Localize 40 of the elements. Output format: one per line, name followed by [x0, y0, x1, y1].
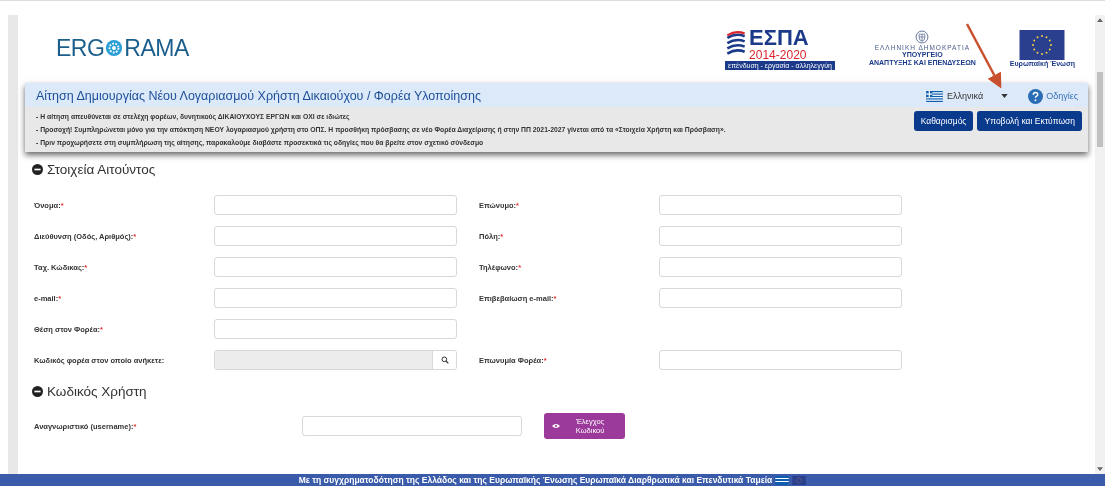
- input-field[interactable]: [214, 288, 457, 308]
- input-field[interactable]: [659, 195, 902, 215]
- input-field[interactable]: [659, 257, 902, 277]
- search-icon: [440, 356, 449, 364]
- greek-flag-icon: [926, 90, 943, 102]
- input-field[interactable]: [302, 416, 522, 436]
- eu-flag-icon: [792, 475, 807, 485]
- help-icon: [1028, 88, 1044, 104]
- section-title: Στοιχεία Αιτούντος: [47, 162, 156, 177]
- ergorama-logo: ERG RAMA: [56, 34, 189, 62]
- lookup-field[interactable]: [214, 350, 457, 370]
- flag-waves-icon: [725, 30, 748, 57]
- input-field[interactable]: [214, 257, 457, 277]
- section-title: Κωδικός Χρήστη: [47, 384, 147, 399]
- search-button[interactable]: [432, 351, 456, 369]
- input-field[interactable]: [214, 195, 457, 215]
- input-field[interactable]: [659, 288, 902, 308]
- eye-icon: [551, 423, 560, 429]
- emblem-icon: [915, 29, 930, 44]
- panel-title: Αίτηση Δημιουργίας Νέου Λογαριασμού Χρήστη Δικαιούχου / Φορέα Υλοποίησης: [36, 89, 482, 103]
- input-field[interactable]: [659, 226, 902, 246]
- language-selector[interactable]: Ελληνικά: [926, 90, 1009, 102]
- espa-title: ΕΣΠΑ: [749, 26, 809, 49]
- scroll-down-icon[interactable]: [1097, 467, 1103, 471]
- submit-print-button[interactable]: Υποβολή και Εκτύπωση: [977, 111, 1082, 131]
- caret-icon: [1001, 94, 1009, 98]
- scroll-up-icon[interactable]: [1097, 18, 1103, 22]
- input-field[interactable]: [214, 319, 457, 339]
- eu-flag-icon: [1019, 29, 1066, 60]
- help-link[interactable]: Οδηγίες: [1028, 88, 1078, 104]
- gear-icon: [105, 39, 124, 57]
- input-field[interactable]: [214, 226, 457, 246]
- scrollbar-thumb[interactable]: [1097, 72, 1103, 147]
- greek-flag-icon: [775, 475, 790, 485]
- clear-button[interactable]: Καθαρισμός: [913, 111, 974, 131]
- collapse-icon[interactable]: [32, 164, 43, 175]
- espa-years: 2014-2020: [749, 48, 808, 61]
- collapse-icon[interactable]: [32, 386, 43, 397]
- input-field[interactable]: [659, 350, 902, 370]
- footer-text: Με τη συγχρηματοδότηση της Ελλάδος και της Ευρωπαϊκής Ένωσης Ευρωπαϊκά Διαρθρωτικά και Επενδυτικά Ταμεία: [298, 475, 773, 485]
